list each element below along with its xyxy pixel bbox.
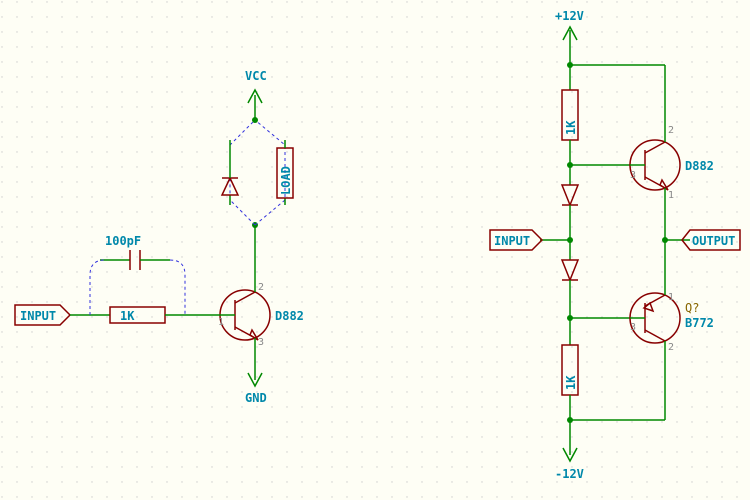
npn-part-right: D882 — [685, 159, 714, 173]
pin-1: 1 — [218, 317, 224, 328]
pin-3: 3 — [258, 337, 264, 348]
pnp-part: B772 — [685, 316, 714, 330]
npn-pin3: 3 — [630, 170, 636, 181]
input-label-left: INPUT — [20, 309, 56, 323]
output-label: OUTPUT — [692, 234, 735, 248]
npn-pin2: 2 — [668, 125, 674, 136]
npn-pin1: 1 — [668, 190, 674, 201]
gnd-label: GND — [245, 391, 267, 405]
load-label: LOAD — [279, 166, 293, 195]
pnp-pin3: 3 — [630, 322, 636, 333]
schematic-canvas: INPUT 1K 100pF — [0, 0, 750, 500]
r1-value: 1K — [564, 120, 578, 135]
npn-part-left: D882 — [275, 309, 304, 323]
resistor-value-left: 1K — [120, 309, 135, 323]
pin-2: 2 — [258, 282, 264, 293]
grid — [0, 0, 750, 500]
vcc-label: VCC — [245, 69, 267, 83]
cap-value: 100pF — [105, 234, 141, 248]
input-label-right: INPUT — [494, 234, 530, 248]
vpos-label: +12V — [555, 9, 584, 23]
pnp-ref: Q? — [685, 301, 699, 315]
vneg-label: -12V — [555, 467, 584, 481]
pnp-pin1: 1 — [668, 292, 674, 303]
pnp-pin2: 2 — [668, 342, 674, 353]
r2-value: 1K — [564, 375, 578, 390]
